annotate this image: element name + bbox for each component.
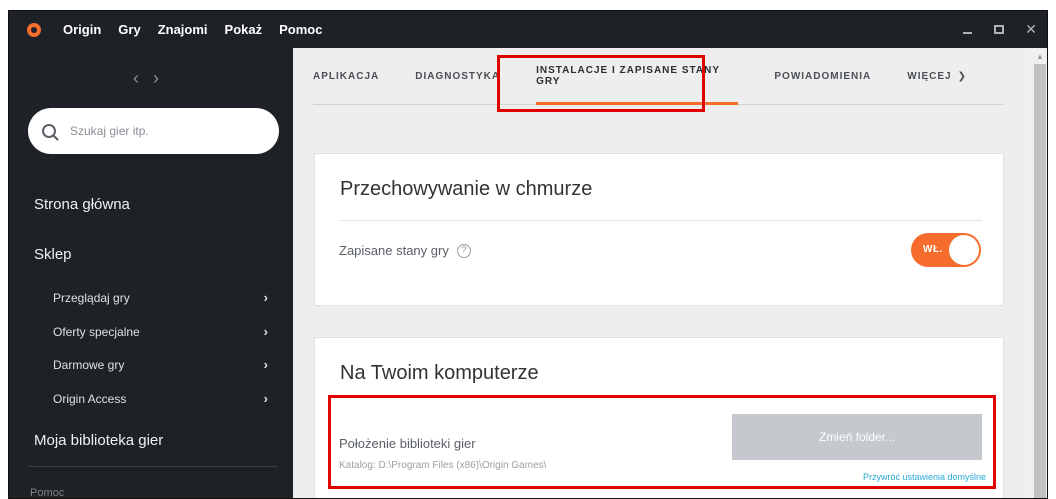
help-icon[interactable]: ? (456, 243, 471, 258)
close-icon: ✕ (1025, 21, 1037, 37)
sidebar-item-store[interactable]: Sklep (34, 246, 72, 263)
cloud-saves-toggle[interactable]: WŁ. (911, 233, 981, 267)
sidebar-item-label: Darmowe gry (53, 357, 125, 372)
history-nav: ‹ › (133, 68, 159, 89)
local-computer-title: Na Twoim komputerze (340, 362, 539, 384)
origin-window: Origin Gry Znajomi Pokaż Pomoc ✕ ‹ › Str… (8, 10, 1048, 499)
window-controls: ✕ (951, 11, 1047, 48)
tab-diagnostics[interactable]: DIAGNOSTYKA (415, 48, 500, 105)
tab-installs-saves[interactable]: INSTALACJE I ZAPISANE STANY GRY (536, 48, 739, 105)
toggle-state-label: WŁ. (923, 244, 943, 255)
menu-friends[interactable]: Znajomi (158, 22, 208, 37)
sidebar: ‹ › Strona główna Sklep Przeglądaj gry ›… (9, 48, 293, 498)
sidebar-item-label: Origin Access (53, 391, 127, 406)
tab-notifications[interactable]: POWIADOMIENIA (774, 48, 871, 105)
chevron-right-icon: › (263, 357, 268, 372)
menu-origin[interactable]: Origin (63, 22, 101, 37)
sidebar-item-special-offers[interactable]: Oferty specjalne › (53, 324, 268, 339)
library-location-label: Położenie biblioteki gier (339, 436, 476, 451)
menu-view[interactable]: Pokaż (225, 22, 263, 37)
chevron-right-icon: › (263, 324, 268, 339)
maximize-button[interactable] (983, 11, 1015, 48)
scroll-thumb[interactable] (1034, 64, 1046, 498)
sidebar-divider (28, 466, 278, 467)
change-folder-button[interactable]: Zmień folder... (732, 414, 982, 460)
local-computer-card: Na Twoim komputerze Położenie biblioteki… (314, 337, 1004, 498)
library-path-text: Katalog: D:\Program Files (x86)\Origin G… (339, 460, 547, 471)
sidebar-item-home[interactable]: Strona główna (34, 196, 130, 213)
settings-tabs: APLIKACJA DIAGNOSTYKA INSTALACJE I ZAPIS… (313, 48, 1003, 105)
search-icon (42, 124, 56, 138)
back-arrow-icon[interactable]: ‹ (133, 68, 139, 89)
sidebar-item-label: Przeglądaj gry (53, 290, 130, 305)
cloud-saves-label: Zapisane stany gry (339, 243, 449, 258)
cloud-saves-row: Zapisane stany gry ? (339, 243, 471, 258)
sidebar-item-help[interactable]: Pomoc (30, 487, 64, 498)
chevron-right-icon: › (263, 391, 268, 406)
restore-defaults-link[interactable]: Przywróć ustawienia domyślne (863, 472, 986, 482)
toggle-knob (949, 235, 979, 265)
close-button[interactable]: ✕ (1015, 11, 1047, 48)
search-input[interactable] (70, 124, 260, 138)
forward-arrow-icon[interactable]: › (153, 68, 159, 89)
minimize-button[interactable] (951, 11, 983, 48)
search-box[interactable] (28, 108, 279, 154)
settings-panel: APLIKACJA DIAGNOSTYKA INSTALACJE I ZAPIS… (293, 48, 1031, 498)
cloud-storage-title: Przechowywanie w chmurze (340, 178, 593, 200)
menu-games[interactable]: Gry (118, 22, 140, 37)
card-divider (339, 220, 982, 221)
scroll-up-icon[interactable]: ▲ (1036, 52, 1044, 61)
menu-help[interactable]: Pomoc (279, 22, 322, 37)
maximize-icon (994, 25, 1004, 34)
origin-logo-icon[interactable] (27, 22, 41, 37)
sidebar-item-label: Oferty specjalne (53, 324, 140, 339)
tab-more[interactable]: WIĘCEJ ❯ (907, 48, 967, 105)
minimize-icon (962, 31, 972, 34)
cloud-storage-card: Przechowywanie w chmurze Zapisane stany … (314, 153, 1004, 306)
vertical-scrollbar[interactable]: ▲ (1031, 48, 1047, 498)
tab-application[interactable]: APLIKACJA (313, 48, 379, 105)
tab-more-label: WIĘCEJ (907, 70, 952, 82)
title-bar: Origin Gry Znajomi Pokaż Pomoc ✕ (9, 11, 1047, 48)
sidebar-item-browse-games[interactable]: Przeglądaj gry › (53, 290, 268, 305)
chevron-right-icon: › (263, 290, 268, 305)
chevron-down-icon: ❯ (957, 70, 967, 82)
sidebar-item-library[interactable]: Moja biblioteka gier (34, 432, 163, 449)
sidebar-item-origin-access[interactable]: Origin Access › (53, 391, 268, 406)
sidebar-item-free-games[interactable]: Darmowe gry › (53, 357, 268, 372)
